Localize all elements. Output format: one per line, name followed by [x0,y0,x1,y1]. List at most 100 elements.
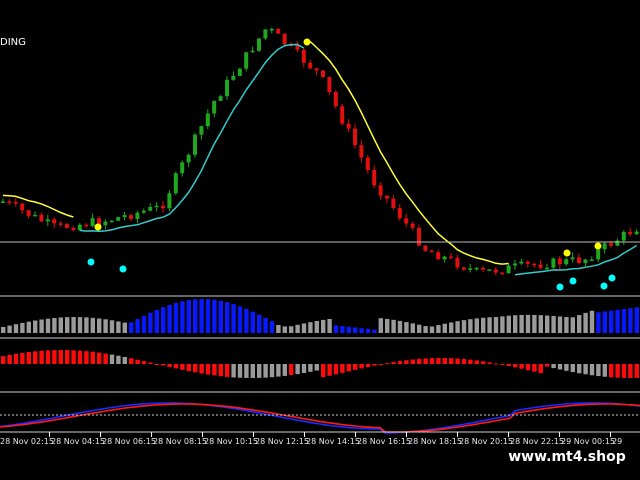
histogram-bar [1,356,6,364]
time-axis-label: 28 Nov 12:15 [255,437,309,446]
histogram-bar [327,318,332,333]
histogram-bar [525,364,531,371]
bear-candle [410,223,415,228]
bear-candle [282,33,287,45]
bear-candle [7,201,12,203]
bear-candle [391,198,396,208]
histogram-bar [141,315,147,333]
histogram-bar [250,364,255,378]
bull-candle [583,259,588,263]
histogram-bar [282,326,287,333]
histogram-bar [289,364,294,376]
bear-candle [39,214,44,222]
histogram-bar [602,311,607,333]
histogram-bar [404,322,409,333]
bull-candle [263,29,268,39]
histogram-bar [225,364,230,377]
histogram-bar [90,317,95,333]
bear-candle [333,92,338,107]
bull-candle [564,259,569,265]
bear-candle [481,267,485,270]
watermark: www.mt4.shop [497,445,637,469]
bear-candle [365,157,370,170]
histogram-bar [474,360,479,364]
histogram-bar [257,364,262,378]
histogram-bar [199,299,204,333]
histogram-panel-2 [1,350,639,378]
histogram-bar [52,350,57,364]
bear-candle [52,219,57,224]
time-tick-mark [151,432,152,437]
bear-candle [321,70,325,78]
histogram-bar [519,364,524,369]
histogram-bar [500,316,505,333]
time-tick-mark [49,432,50,437]
histogram-bar [455,321,460,333]
bull-candle [116,217,121,221]
bear-candle [417,227,421,246]
time-tick-mark [508,432,509,437]
histogram-bar [263,364,268,378]
bear-candle [449,256,453,259]
histogram-bar [301,323,307,333]
histogram-bar [1,327,6,333]
bull-candle [250,50,255,53]
histogram-bar [218,364,223,377]
histogram-bar [346,326,351,333]
histogram-bar [84,351,89,364]
bull-candle [506,265,511,274]
bull-candle [193,134,197,155]
histogram-bar [589,364,595,376]
histogram-bar [346,364,351,372]
bull-candle [173,173,178,194]
histogram-bar [103,319,108,333]
bull-candle [77,224,82,231]
bull-candle [596,249,601,260]
histogram-bar [410,359,415,364]
histogram-bar [77,317,83,333]
bear-candle [372,169,377,186]
histogram-bar [218,300,223,333]
histogram-bar [378,318,383,333]
bull-candle [199,126,204,135]
histogram-bar [301,364,307,374]
histogram-bar [506,315,511,333]
histogram-bar [621,309,627,333]
bull-candle [148,206,153,211]
bull-candle [180,162,185,174]
histogram-bar [237,306,243,333]
histogram-bar [442,323,447,333]
histogram-bar [141,361,147,364]
signal-dot-cyan [600,282,608,290]
time-axis-label: 28 Nov 18:15 [408,437,462,446]
histogram-bar [436,325,441,333]
histogram-bar [391,319,396,333]
histogram-bar [135,359,140,364]
histogram-bar [7,325,12,333]
bull-candle [442,256,447,260]
histogram-bar [84,317,89,333]
bear-candle [423,245,428,251]
time-axis-label: 28 Nov 04:15 [51,437,105,446]
bull-candle [212,100,217,114]
histogram-bar [327,364,332,376]
histogram-bar [564,317,569,333]
histogram-bar [436,358,441,364]
histogram-bar [122,356,127,364]
histogram-bar [628,308,633,333]
price-panel [1,27,639,291]
histogram-bar [90,351,95,364]
bull-candle [135,212,140,219]
histogram-bar [397,320,403,333]
time-axis-label: 28 Nov 16:15 [357,437,411,446]
trend-line-down [309,40,509,265]
histogram-bar [231,304,236,333]
histogram-bar [52,317,57,333]
histogram-bar [397,361,403,364]
signal-dot-cyan [119,265,127,273]
bull-candle [109,220,114,223]
bear-candle [308,62,313,69]
chart-area[interactable] [0,0,640,480]
histogram-bar [429,326,435,333]
oscillator-line-blue [0,402,640,434]
